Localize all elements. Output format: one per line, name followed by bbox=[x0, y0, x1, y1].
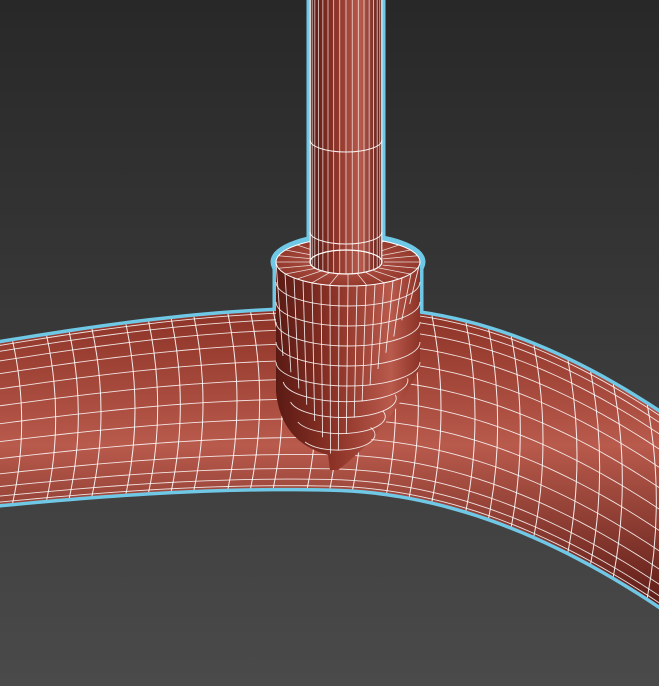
viewport-canvas[interactable] bbox=[0, 0, 659, 686]
perspective-viewport[interactable] bbox=[0, 0, 659, 686]
pole-cylinder[interactable] bbox=[309, 0, 383, 275]
hub-vertical-edge bbox=[337, 285, 340, 451]
